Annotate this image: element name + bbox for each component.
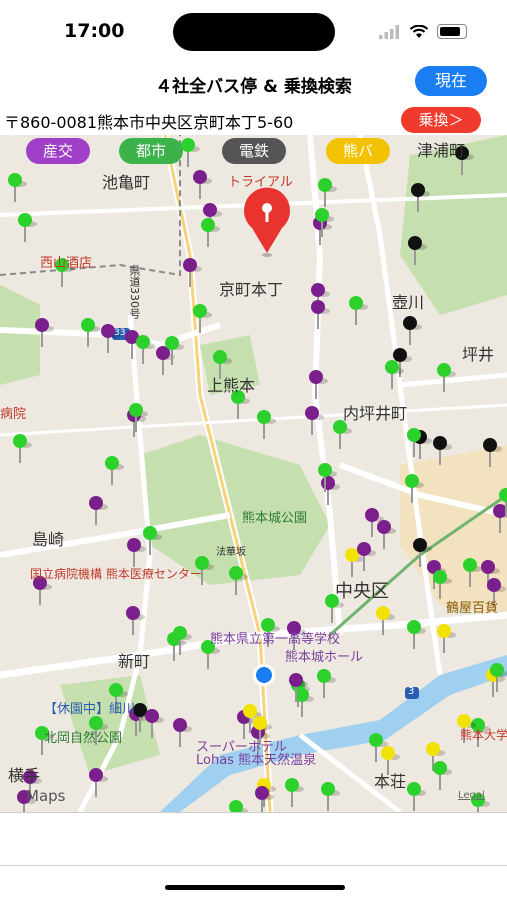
bus-stop-pin-icon: [408, 236, 427, 265]
map-label-trial: トライアル: [228, 175, 293, 190]
bus-stop-pin-icon: [437, 363, 456, 392]
map-label-tsuruya: 鶴屋百貨: [446, 601, 499, 616]
road-shield-33: 33: [114, 328, 126, 338]
bus-stop-pin-icon: [193, 170, 212, 199]
bus-stop-pin-icon: [309, 370, 328, 399]
bus-stop-pin-icon: [105, 456, 124, 485]
company-filter-bar: 産交 都市 電鉄 熊バ: [0, 138, 507, 166]
bus-stop-pin-icon: [321, 782, 340, 811]
map-label-kitaoka: 北岡自然公園: [44, 731, 123, 746]
status-bar: 17:00: [0, 0, 507, 62]
bus-stop-pin-icon: [433, 436, 452, 465]
bus-stop-pin-icon: [318, 178, 337, 207]
map-label-medical: 国立病院機構 熊本医療センター: [30, 567, 202, 581]
apple-maps-logo: Maps: [26, 787, 66, 805]
current-location-button[interactable]: 現在: [415, 66, 487, 96]
map-label-shinmachi: 新町: [118, 652, 151, 671]
bus-stop-pin-icon: [89, 768, 108, 797]
map-label-uchitsuboi: 内坪井町: [343, 404, 408, 423]
dynamic-island: [173, 13, 335, 51]
bus-stop-pin-icon: [173, 718, 192, 747]
filter-sanko-button[interactable]: 産交: [26, 138, 90, 164]
map-label-hosokawa: 【休園中】細川: [44, 702, 136, 717]
bus-stop-pin-icon: [18, 213, 37, 242]
bus-stop-pin-icon: [493, 504, 507, 533]
bus-stop-pin-icon: [229, 800, 248, 812]
bus-stop-pin-icon: [483, 438, 502, 467]
bus-stop-pin-icon: [463, 558, 482, 587]
status-time: 17:00: [64, 20, 125, 42]
map-label-ikekame: 池亀町: [102, 173, 151, 192]
bus-stop-pin-icon: [405, 474, 424, 503]
bus-stop-pin-icon: [317, 669, 336, 698]
map-label-lohas: Lohas 熊本天然温泉: [196, 753, 317, 768]
bus-stop-pin-icon: [305, 406, 324, 435]
bus-stop-pin-icon: [433, 761, 452, 790]
map-label-shimazaki: 島崎: [32, 530, 65, 549]
bus-stop-pin-icon: [89, 496, 108, 525]
bus-stop-pin-icon: [411, 183, 430, 212]
bus-stop-pin-icon: [407, 782, 426, 811]
filter-toshi-button[interactable]: 都市: [119, 138, 183, 164]
map-label-castlehall: 熊本城ホール: [285, 650, 364, 665]
bus-stop-pin-icon: [433, 570, 452, 599]
bus-stop-pin-icon: [285, 778, 304, 807]
bus-stop-pin-icon: [257, 410, 276, 439]
bus-stop-pin-icon: [333, 420, 352, 449]
map-label-honjo: 本荘: [374, 772, 407, 791]
map-label-nishiyama: 西山酒店: [40, 256, 93, 271]
bus-stop-pin-icon: [193, 304, 212, 333]
bus-stop-pin-icon: [201, 218, 220, 247]
bus-stop-pin-icon: [229, 566, 248, 595]
bus-stop-pin-icon: [349, 296, 368, 325]
map-legal-link[interactable]: Legal: [458, 790, 485, 801]
bus-stop-pin-icon: [407, 620, 426, 649]
map-label-kumamotojo: 熊本城公園: [242, 511, 308, 526]
bus-stop-pin-icon: [126, 606, 145, 635]
bus-stop-pin-icon: [127, 538, 146, 567]
map-label-chuoku: 中央区: [335, 581, 389, 602]
map-label-kamikumamoto: 上熊本: [207, 376, 256, 395]
bus-stop-pin-icon: [13, 434, 32, 463]
bus-stop-pin-icon: [403, 316, 422, 345]
bus-stop-pin-icon: [136, 335, 155, 364]
battery-icon: [437, 24, 467, 39]
map-label-kumadai: 熊本大学: [460, 728, 507, 742]
bus-stop-pin-icon: [81, 318, 100, 347]
bus-stop-pin-icon: [143, 526, 162, 555]
bus-stop-pin-icon: [376, 606, 395, 635]
home-indicator[interactable]: [165, 885, 345, 890]
transfer-button[interactable]: 乗換＞: [401, 107, 481, 133]
map-label-hoka: 法華坂: [216, 547, 246, 558]
bus-stop-pin-icon: [8, 173, 27, 202]
wifi-icon: [409, 24, 429, 38]
bus-stop-pin-icon: [311, 300, 330, 329]
bus-stop-pin-icon: [385, 360, 404, 389]
bus-stop-pin-icon: [377, 520, 396, 549]
road-shield-3: 3: [408, 686, 415, 697]
address-text: 〒860-0081熊本市中央区京町本丁5-60: [4, 113, 294, 132]
filter-kumabus-button[interactable]: 熊バ: [326, 138, 390, 164]
map-label-tsuboi: 坪井: [462, 345, 495, 364]
signal-icon: [379, 24, 399, 39]
bus-stop-pin-icon: [183, 258, 202, 287]
filter-dentetsu-button[interactable]: 電鉄: [222, 138, 286, 164]
map-label-hospital: 病院: [0, 407, 27, 422]
bottom-panel: [0, 812, 507, 866]
status-icons: [379, 24, 467, 39]
map-label-tsubogawa: 壺川: [392, 293, 425, 312]
map-label-kyomachi: 京町本丁: [219, 280, 284, 299]
app-header: ４社全バス停 & 乗換検索 現在: [0, 62, 507, 102]
map-view[interactable]: 池亀町 トライアル 津浦町 西山酒店 県道330号 京町本丁 壺川 坪井 上熊本…: [0, 135, 507, 812]
bus-stop-pin-icon: [145, 709, 164, 738]
map-label-yokote: 横手: [8, 766, 41, 785]
map-label-route330: 県道330号: [128, 265, 141, 319]
address-row: 〒860-0081熊本市中央区京町本丁5-60 乗換＞: [0, 105, 507, 135]
bus-stop-pin-icon: [321, 476, 340, 505]
bus-stop-pin-icon: [35, 318, 54, 347]
bus-stop-pin-icon: [437, 624, 456, 653]
map-label-school: 熊本県立第一高等学校: [210, 632, 341, 647]
